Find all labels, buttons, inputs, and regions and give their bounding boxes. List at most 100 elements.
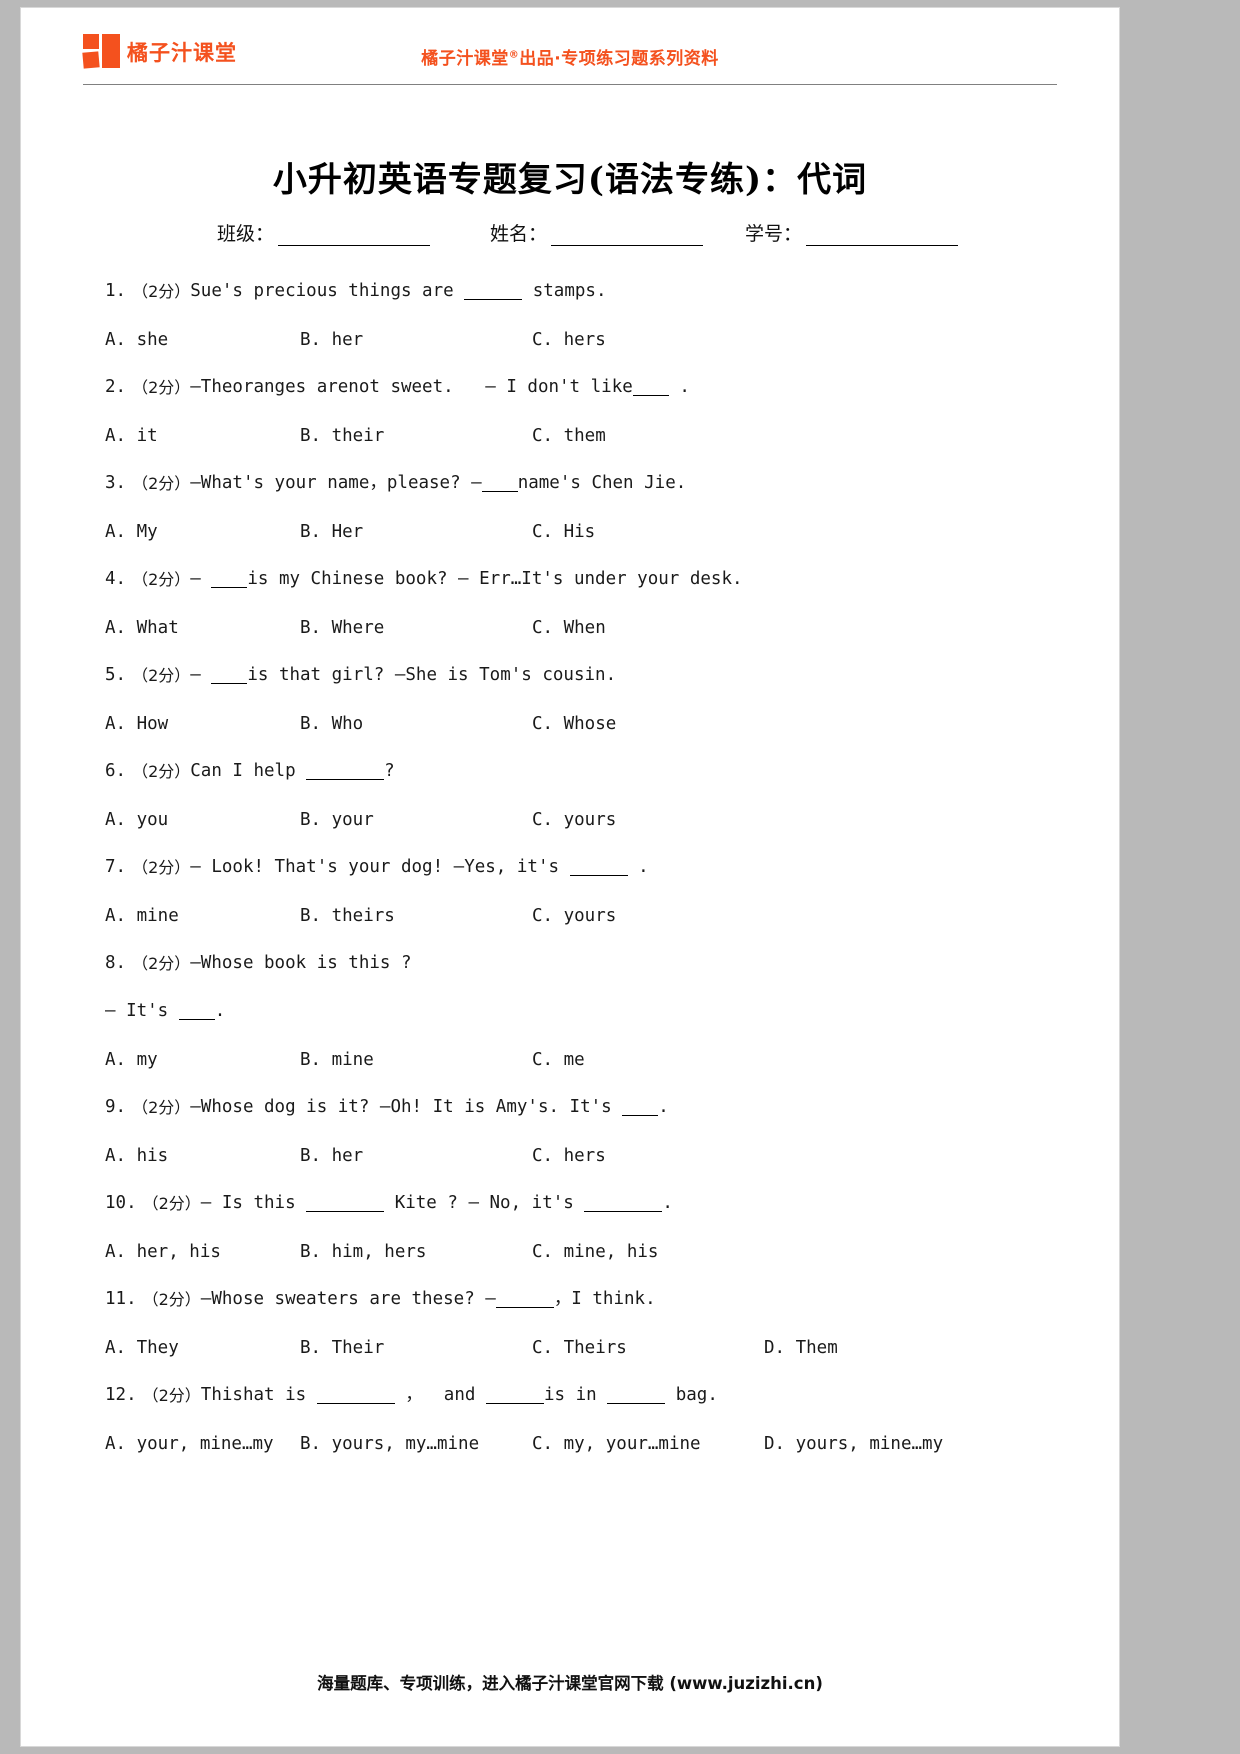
question-text-a: —Whose book is this ? bbox=[190, 953, 412, 974]
option-a[interactable]: A. she bbox=[105, 330, 300, 350]
document-page: 橘子汁课堂 橘子汁课堂®出品·专项练习题系列资料 小升初英语专题复习(语法专练)… bbox=[21, 8, 1119, 1746]
question-text-b: . bbox=[627, 857, 649, 878]
option-c[interactable]: C. yours bbox=[532, 906, 764, 926]
option-c[interactable]: C. yours bbox=[532, 810, 764, 830]
option-a[interactable]: A. my bbox=[105, 1050, 300, 1070]
answer-blank[interactable] bbox=[211, 573, 248, 588]
question-score: （2分） bbox=[132, 762, 191, 782]
name-input-blank[interactable] bbox=[551, 228, 704, 246]
option-c[interactable]: C. When bbox=[532, 618, 764, 638]
option-b[interactable]: B. him, hers bbox=[300, 1242, 532, 1262]
option-b[interactable]: B. their bbox=[300, 426, 532, 446]
question-stem: 8. （2分） —Whose book is this ? bbox=[105, 940, 1047, 988]
option-a[interactable]: A. mine bbox=[105, 906, 300, 926]
option-d[interactable]: D. Them bbox=[764, 1338, 838, 1358]
option-b[interactable]: B. your bbox=[300, 810, 532, 830]
option-b[interactable]: B. Her bbox=[300, 522, 532, 542]
question-block: 5. （2分） — is that girl? —She is Tom's cous… bbox=[105, 652, 1047, 748]
option-row: A. My B. Her C. His bbox=[105, 508, 1047, 556]
answer-blank[interactable] bbox=[622, 1101, 659, 1116]
option-a[interactable]: A. How bbox=[105, 714, 300, 734]
option-d[interactable]: D. yours, mine…my bbox=[764, 1434, 943, 1454]
option-b[interactable]: B. her bbox=[300, 330, 532, 350]
option-row: A. it B. their C. them bbox=[105, 412, 1047, 460]
answer-blank[interactable] bbox=[316, 1389, 395, 1404]
option-c[interactable]: C. them bbox=[532, 426, 764, 446]
question-number: 3. bbox=[105, 473, 127, 494]
question-text-c: is in bbox=[543, 1385, 608, 1406]
option-b[interactable]: B. her bbox=[300, 1146, 532, 1166]
header-divider bbox=[83, 84, 1057, 85]
question-text-d: bag. bbox=[665, 1385, 718, 1406]
answer-blank[interactable] bbox=[481, 477, 518, 492]
answer-blank[interactable] bbox=[306, 765, 385, 780]
question-stem: 11. （2分） —Whose sweaters are these? — ，I th… bbox=[105, 1276, 1047, 1324]
question-text-c: . bbox=[662, 1193, 673, 1214]
question-text-b: . bbox=[658, 1097, 669, 1118]
id-input-blank[interactable] bbox=[806, 228, 959, 246]
question-stem: 1. （2分） Sue's precious things are stamps. bbox=[105, 268, 1047, 316]
class-input-blank[interactable] bbox=[278, 228, 431, 246]
answer-blank[interactable] bbox=[495, 1293, 554, 1308]
option-c[interactable]: C. hers bbox=[532, 330, 764, 350]
option-c[interactable]: C. mine, his bbox=[532, 1242, 764, 1262]
registered-mark: ® bbox=[508, 49, 520, 61]
question-list: 1. （2分） Sue's precious things are stamps. A… bbox=[21, 268, 1119, 1468]
option-b[interactable]: B. mine bbox=[300, 1050, 532, 1070]
option-a[interactable]: A. it bbox=[105, 426, 300, 446]
option-a[interactable]: A. you bbox=[105, 810, 300, 830]
answer-blank-2[interactable] bbox=[485, 1389, 544, 1404]
option-c[interactable]: C. His bbox=[532, 522, 764, 542]
question-block: 2. （2分） —Theoranges arenot sweet. — I don'… bbox=[105, 364, 1047, 460]
option-a[interactable]: A. What bbox=[105, 618, 300, 638]
question-number: 7. bbox=[105, 857, 127, 878]
option-c[interactable]: C. me bbox=[532, 1050, 764, 1070]
question-block: 8. （2分） —Whose book is this ? — It's . A. my… bbox=[105, 940, 1047, 1084]
answer-blank-2[interactable] bbox=[584, 1197, 663, 1212]
question-text-line2-b: . bbox=[214, 1001, 226, 1022]
option-a[interactable]: A. her, his bbox=[105, 1242, 300, 1262]
option-c[interactable]: C. hers bbox=[532, 1146, 764, 1166]
option-b[interactable]: B. Who bbox=[300, 714, 532, 734]
question-text-a: —Whose sweaters are these? — bbox=[200, 1289, 496, 1310]
option-b[interactable]: B. Where bbox=[300, 618, 532, 638]
slogan-suffix: 出品·专项练习题系列资料 bbox=[519, 49, 719, 69]
question-score: （2分） bbox=[132, 954, 191, 974]
answer-blank-3[interactable] bbox=[607, 1389, 666, 1404]
question-stem: 12. （2分） Thishat is ， and is in bag. bbox=[105, 1372, 1047, 1420]
question-number: 12. bbox=[105, 1385, 137, 1406]
question-block: 11. （2分） —Whose sweaters are these? — ，I th… bbox=[105, 1276, 1047, 1372]
option-row: A. her, his B. him, hers C. mine, his bbox=[105, 1228, 1047, 1276]
option-a[interactable]: A. My bbox=[105, 522, 300, 542]
option-b[interactable]: B. Their bbox=[300, 1338, 532, 1358]
question-text-a: — Is this bbox=[200, 1193, 307, 1214]
option-b[interactable]: B. theirs bbox=[300, 906, 532, 926]
page-footer: 海量题库、专项训练，进入橘子汁课堂官网下载 (www.juzizhi.cn) bbox=[317, 1674, 823, 1693]
question-stem: 4. （2分） — is my Chinese book? — Err…It's u… bbox=[105, 556, 1047, 604]
question-text-b: is my Chinese book? — Err…It's under you… bbox=[247, 569, 743, 590]
question-text-b: Kite ? — No, it's bbox=[384, 1193, 585, 1214]
question-text-a: — bbox=[190, 569, 212, 590]
answer-blank[interactable] bbox=[632, 381, 669, 396]
class-field: 班级： bbox=[217, 219, 434, 246]
question-score: （2分） bbox=[132, 282, 191, 302]
option-a[interactable]: A. They bbox=[105, 1338, 300, 1358]
question-score: （2分） bbox=[142, 1290, 201, 1310]
option-c[interactable]: C. Theirs bbox=[532, 1338, 764, 1358]
option-a[interactable]: A. your, mine…my bbox=[105, 1434, 300, 1454]
option-a[interactable]: A. his bbox=[105, 1146, 300, 1166]
answer-blank[interactable] bbox=[211, 669, 248, 684]
option-c[interactable]: C. Whose bbox=[532, 714, 764, 734]
answer-blank[interactable] bbox=[306, 1197, 385, 1212]
question-stem: 2. （2分） —Theoranges arenot sweet. — I don'… bbox=[105, 364, 1047, 412]
answer-blank-line2[interactable] bbox=[178, 1005, 215, 1020]
option-row: A. What B. Where C. When bbox=[105, 604, 1047, 652]
question-block: 4. （2分） — is my Chinese book? — Err…It's u… bbox=[105, 556, 1047, 652]
id-field: 学号： bbox=[745, 219, 962, 246]
option-c[interactable]: C. my, your…mine bbox=[532, 1434, 764, 1454]
question-text-b: name's Chen Jie. bbox=[517, 473, 687, 494]
answer-blank[interactable] bbox=[464, 285, 523, 300]
question-text-a: Can I help bbox=[190, 761, 307, 782]
answer-blank[interactable] bbox=[569, 861, 628, 876]
option-b[interactable]: B. yours, my…mine bbox=[300, 1434, 532, 1454]
